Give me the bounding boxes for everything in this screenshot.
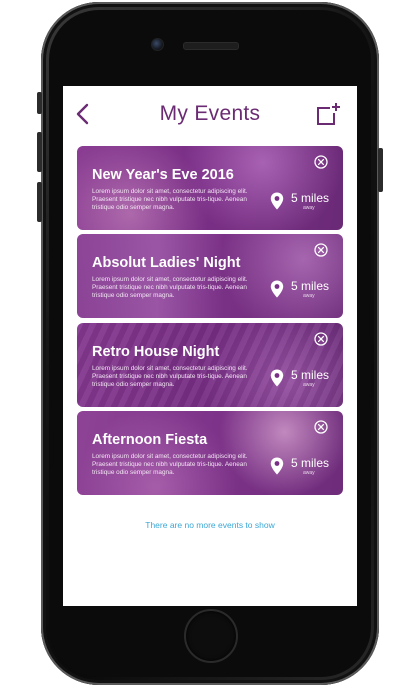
event-distance-note: away [303,382,315,388]
location-pin-icon [270,192,284,210]
add-event-icon [317,103,340,125]
remove-event-button[interactable] [314,155,328,169]
remove-event-button[interactable] [314,243,328,257]
event-title: New Year's Eve 2016 [92,167,234,183]
event-card[interactable]: Afternoon Fiesta Lorem ipsum dolor sit a… [77,411,343,495]
event-distance: 5 miles [291,368,330,382]
close-icon [314,243,328,257]
event-distance: 5 miles [291,456,330,470]
event-distance-note: away [303,205,315,211]
volume-up-button [37,132,42,172]
location-pin-icon [270,457,284,475]
event-card[interactable]: New Year's Eve 2016 Lorem ipsum dolor si… [77,146,343,230]
page-title: My Events [159,102,261,125]
home-button[interactable] [184,609,238,663]
close-icon [314,332,328,346]
mute-switch [37,92,42,114]
earpiece-speaker [183,42,239,50]
close-icon [314,420,328,434]
event-distance-note: away [303,470,315,476]
event-title: Retro House Night [92,344,220,360]
event-title: Absolut Ladies' Night [92,255,241,271]
remove-event-button[interactable] [314,332,328,346]
event-description: Lorem ipsum dolor sit amet, consectetur … [92,276,248,299]
event-distance: 5 miles [291,191,330,205]
location-pin-icon [270,369,284,387]
add-event-button[interactable] [315,102,341,128]
top-bar: My Events [63,86,357,142]
event-description: Lorem ipsum dolor sit amet, consectetur … [92,188,248,211]
event-distance-note: away [303,293,315,299]
power-button [378,148,383,192]
close-icon [314,155,328,169]
location-pin-icon [270,280,284,298]
app-screen: My Events New Year's Eve 2016 Lorem ipsu… [63,86,357,606]
empty-list-message: There are no more events to show [145,520,275,530]
event-description: Lorem ipsum dolor sit amet, consectetur … [92,365,248,388]
front-camera [151,38,164,51]
event-card[interactable]: Absolut Ladies' Night Lorem ipsum dolor … [77,234,343,318]
event-card[interactable]: Retro House Night Lorem ipsum dolor sit … [77,323,343,407]
event-description: Lorem ipsum dolor sit amet, consectetur … [92,453,248,476]
remove-event-button[interactable] [314,420,328,434]
event-distance: 5 miles [291,279,330,293]
volume-down-button [37,182,42,222]
event-title: Afternoon Fiesta [92,432,208,448]
